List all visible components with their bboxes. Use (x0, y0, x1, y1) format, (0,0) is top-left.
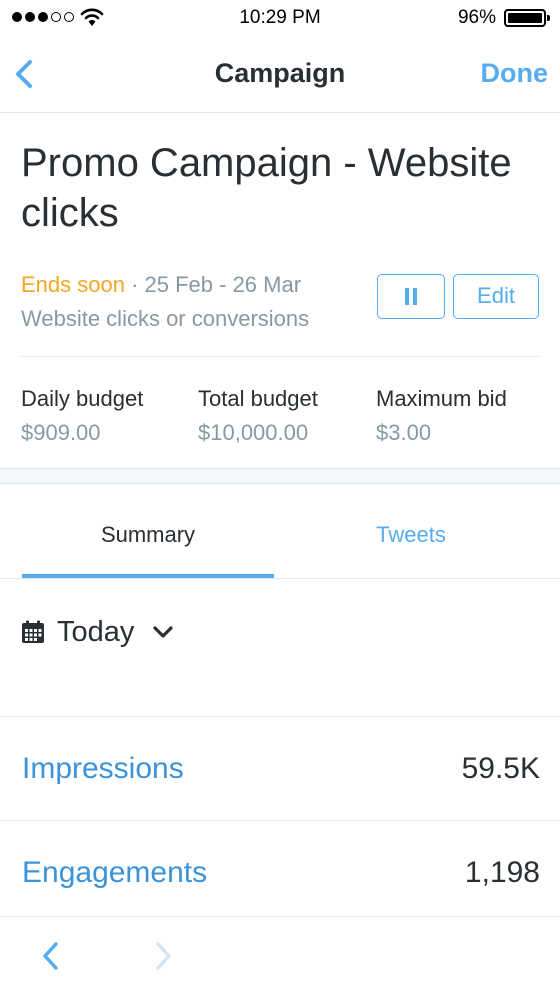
budget-value: $909.00 (21, 420, 101, 445)
campaign-dates: 25 Feb - 26 Mar (144, 272, 302, 297)
campaign-title: Promo Campaign - Website clicks (21, 141, 512, 235)
battery-percentage: 96% (457, 7, 496, 28)
budget-value: $10,000.00 (198, 420, 309, 445)
status-ends-soon: Ends soon (21, 272, 125, 297)
chevron-down-icon (153, 626, 173, 638)
pause-icon (404, 288, 418, 305)
divider (21, 356, 539, 357)
metric-engagements-value: 1,198 (464, 856, 540, 889)
budget-label: Daily budget (21, 386, 144, 411)
done-button[interactable]: Done (481, 58, 549, 89)
divider (0, 820, 560, 821)
battery-icon (504, 9, 550, 27)
calendar-icon (22, 620, 44, 643)
divider (0, 578, 560, 579)
metric-impressions-value: 59.5K (461, 752, 540, 785)
section-separator (0, 468, 560, 484)
meta-separator: · (124, 272, 145, 297)
date-range-label: Today (57, 615, 135, 648)
back-chevron-icon[interactable] (38, 938, 64, 974)
budget-label: Maximum bid (376, 386, 507, 411)
budget-value: $3.00 (376, 420, 432, 445)
campaign-objective: Website clicks or conversions (21, 306, 310, 331)
metric-impressions-label[interactable]: Impressions (22, 752, 184, 786)
campaign-meta: Ends soon · 25 Feb - 26 Mar (21, 272, 301, 298)
status-bar: 10:29 PM 96% (0, 0, 560, 36)
forward-chevron-icon[interactable] (150, 938, 176, 974)
nav-title: Campaign (214, 58, 346, 88)
daily-budget: Daily budget $909.00 (21, 386, 143, 446)
navigation-bar: Campaign Done (0, 36, 560, 113)
tab-tweets[interactable]: Tweets (282, 522, 540, 548)
maximum-bid: Maximum bid $3.00 (376, 386, 507, 446)
tab-summary[interactable]: Summary (22, 522, 274, 548)
total-budget: Total budget $10,000.00 (198, 386, 318, 446)
edit-button[interactable]: Edit (453, 274, 539, 319)
budget-label: Total budget (198, 386, 318, 411)
pause-button[interactable] (377, 274, 445, 319)
divider (0, 916, 560, 917)
divider (0, 716, 560, 717)
metric-engagements-label[interactable]: Engagements (22, 856, 207, 890)
date-range-selector[interactable]: Today (21, 612, 174, 652)
